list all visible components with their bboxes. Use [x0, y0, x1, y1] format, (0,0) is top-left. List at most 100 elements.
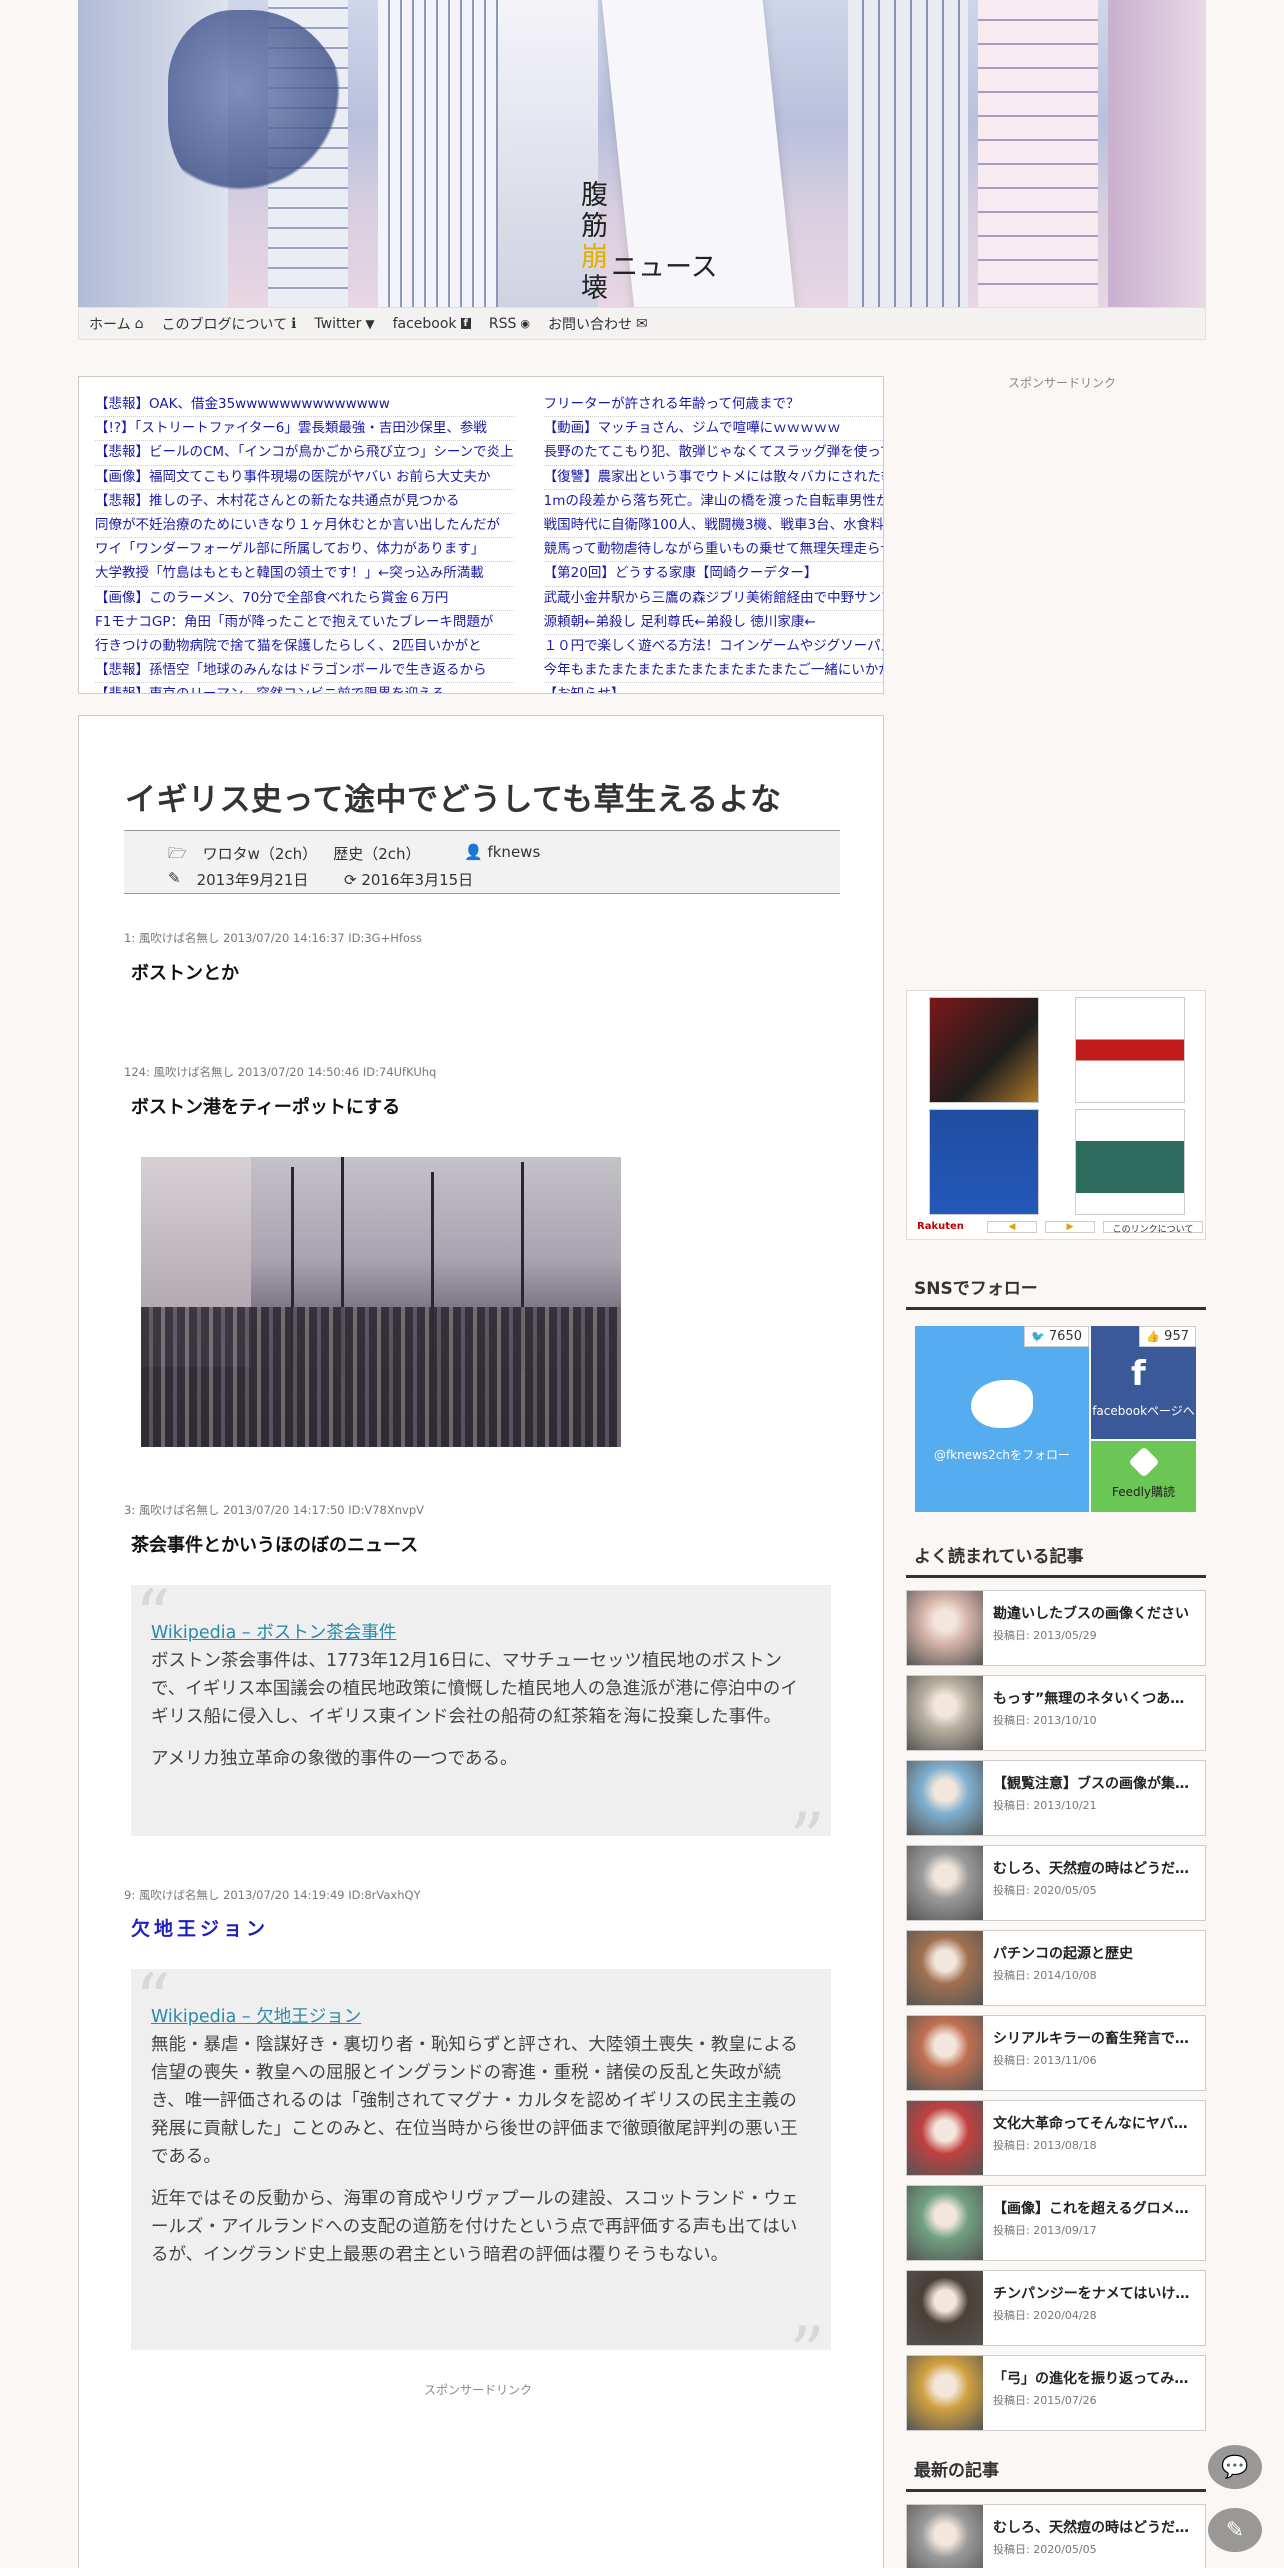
blockquote: “ Wikipedia – 欠地王ジョン 無能・暴虐・陰謀好き・裏切り者・恥知ら… [131, 1965, 831, 2388]
res-header: 1: 風吹けば名無し 2013/07/20 14:16:37 ID:3G+Hfo… [124, 931, 422, 945]
headline-link[interactable]: 【画像】福岡文てこもり事件現場の医院がヤバい お前ら大丈夫か [95, 466, 514, 490]
post-thumbnail[interactable] [907, 1761, 983, 1835]
post-card[interactable]: チンパンジーをナメてはいけない理由投稿日: 2020/04/28 [906, 2270, 1206, 2346]
post-thumbnail[interactable] [907, 1846, 983, 1920]
nav-home[interactable]: ホーム ⌂ [89, 314, 143, 334]
headline-link[interactable]: 【第20回】どうする家康【岡崎クーデター】 [543, 562, 883, 587]
post-thumbnail[interactable] [907, 1931, 983, 2005]
ad-about-link[interactable]: このリンクについて [1103, 1221, 1203, 1235]
headline-link[interactable]: 【お知らせ】 [544, 683, 883, 693]
post-thumbnail[interactable] [907, 2016, 983, 2090]
ad-book[interactable] [1075, 1109, 1185, 1215]
site-title-char: 壊 [581, 273, 608, 304]
author-link[interactable]: fknews [487, 843, 540, 861]
res-header: 3: 風吹けば名無し 2013/07/20 14:17:50 ID:V78Xnv… [124, 1503, 425, 1517]
post-title[interactable]: 文化大革命ってそんなにヤバかったの？ [993, 2113, 1193, 2133]
ad-next-button[interactable]: ▶ [1045, 1221, 1095, 1233]
headline-link[interactable]: 行きつけの動物病院で捨て猫を保護したらしく、2匹目いかがと [95, 635, 514, 660]
post-title[interactable]: 【画像】これを超えるグロメン見たことない [993, 2198, 1193, 2218]
post-thumbnail[interactable] [907, 1676, 983, 1750]
edit-fab-button[interactable]: ✎ [1208, 2508, 1262, 2552]
facebook-icon: f [460, 318, 471, 329]
post-thumbnail[interactable] [907, 2505, 983, 2568]
headline-link[interactable]: 大学教授「竹島はもともと韓国の領土です！」←突っ込み所満載 [95, 562, 514, 587]
facebook-f-icon: f [1131, 1354, 1146, 1394]
headline-link[interactable]: 【悲報】孫悟空「地球のみんなはドラゴンボールで生き返るから [95, 659, 514, 684]
site-title-char: 崩 [581, 242, 608, 273]
nav-about[interactable]: このブログについて ℹ [161, 314, 296, 334]
ad-book[interactable] [929, 1109, 1039, 1215]
headline-link[interactable]: 【画像】このラーメン、70分で全部食べれたら賞金６万円 [95, 587, 514, 611]
ad-prev-button[interactable]: ◀ [987, 1221, 1037, 1233]
wikipedia-link[interactable]: Wikipedia – ボストン茶会事件 [151, 1619, 811, 1647]
headline-link[interactable]: 【!?】「ストリートファイター6」雲長類最強・吉田沙保里、参戦 [95, 417, 514, 442]
post-title[interactable]: シリアルキラーの畜生発言で打線組んだ [993, 2028, 1193, 2048]
post-thumbnail[interactable] [907, 2271, 983, 2345]
headline-link[interactable]: 【復讐】農家出という事でウトメには散々バカにされた挙句 [543, 466, 883, 490]
post-card[interactable]: パチンコの起源と歴史 投稿日: 2014/10/08 [906, 1930, 1206, 2006]
post-card[interactable]: 文化大革命ってそんなにヤバかったの？ 投稿日: 2013/08/18 [906, 2100, 1206, 2176]
article-title: イギリス史って途中でどうしても草生えるよな [125, 782, 782, 818]
comment-fab-button[interactable]: 💬 [1208, 2445, 1262, 2489]
twitter-follow-button[interactable]: 🐦 7650 @fknews2chをフォロー [915, 1326, 1089, 1512]
post-card[interactable]: シリアルキラーの畜生発言で打線組んだ投稿日: 2013/11/06 [906, 2015, 1206, 2091]
category-link[interactable]: 歴史（2ch） [333, 843, 420, 868]
facebook-page-button[interactable]: 👍 957 f facebookページへ [1091, 1326, 1196, 1439]
headline-link[interactable]: 競馬って動物虐待しながら重いもの乗せて無理矢理走らせてる [543, 538, 883, 563]
post-thumbnail[interactable] [907, 2356, 983, 2430]
headline-link[interactable]: 同僚が不妊治療のためにいきなり１ヶ月休むとか言い出したんだが [95, 514, 514, 539]
sidebar-book-ad[interactable]: Rakuten ◀ ▶ このリンクについて [906, 990, 1206, 1240]
headline-link[interactable]: 【悲報】ビールのCM、「インコが鳥かごから飛び立つ」シーンで炎上 [95, 441, 514, 466]
headline-link[interactable]: F1モナコGP：角田「雨が降ったことで抱えていたブレーキ問題が [95, 611, 514, 636]
res-body: ボストンとか [131, 963, 239, 984]
ad-book[interactable] [929, 997, 1039, 1103]
headline-link[interactable]: 【悲報】東京のリーマン、突然コンビニ前で限界を迎える [95, 683, 514, 693]
post-card[interactable]: むしろ、天然痘の時はどうだったの？ 投稿日: 2020/05/05 [906, 2504, 1206, 2568]
headline-link[interactable]: 今年もまたまたまたまたまたまたまたまたご一緒にいかがですか [543, 659, 883, 684]
post-title[interactable]: むしろ、天然痘の時はどうだったの？ [993, 1858, 1193, 1878]
nav-contact[interactable]: お問い合わせ ✉ [548, 314, 648, 334]
headline-link[interactable]: 戦国時代に自衛隊100人、戦闘機3機、戦車3台、水食料を送ったら [543, 514, 883, 539]
post-title[interactable]: 【観覧注意】ブスの画像が集まるスレ [993, 1773, 1193, 1793]
headline-link[interactable]: フリーターが許される年齢って何歳まで？ [543, 393, 883, 418]
category-link[interactable]: ワロタw（2ch） [203, 843, 318, 868]
post-card[interactable]: 勘違いしたブスの画像ください 投稿日: 2013/05/29 [906, 1590, 1206, 1666]
post-card[interactable]: むしろ、天然痘の時はどうだったの？ 投稿日: 2020/05/05 [906, 1845, 1206, 1921]
headline-link[interactable]: 【悲報】OAK、借金35wwwwwwwwwwwwww [95, 393, 514, 418]
headline-link[interactable]: 源頼朝←弟殺し 足利尊氏←弟殺し 徳川家康← [543, 611, 883, 636]
headline-link[interactable]: 長野のたてこもり犯、散弾じゃなくてスラッグ弾を使ってた模様 [543, 441, 883, 466]
res-header: 9: 風吹けば名無し 2013/07/20 14:19:49 ID:8rVaxh… [124, 1888, 421, 1902]
twitter-bird-icon [971, 1380, 1033, 1428]
post-card[interactable]: 「弓」の進化を振り返ってみよう 投稿日: 2015/07/26 [906, 2355, 1206, 2431]
sidebar-sponsor-label: スポンサードリンク [1008, 376, 1117, 390]
quote-text: アメリカ独立革命の象徴的事件の一つである。 [151, 1749, 518, 1769]
headline-link[interactable]: ワイ「ワンダーフォーゲル部に所属しており、体力があります」 [95, 538, 514, 563]
post-title[interactable]: 勘違いしたブスの画像ください [993, 1603, 1193, 1623]
post-title[interactable]: むしろ、天然痘の時はどうだったの？ [993, 2517, 1193, 2537]
post-thumbnail[interactable] [907, 1591, 983, 1665]
ad-book[interactable] [1075, 997, 1185, 1103]
site-title[interactable]: 腹 筋 崩 壊 ニュース [581, 180, 718, 304]
headline-link[interactable]: １０円で楽しく遊べる方法！コインゲームやジグソーパズルを [543, 635, 883, 660]
nav-facebook[interactable]: facebook f [393, 316, 471, 332]
res-body: ボストン港をティーポットにする [131, 1097, 401, 1118]
post-title[interactable]: チンパンジーをナメてはいけない理由 [993, 2283, 1193, 2303]
post-card[interactable]: 【観覧注意】ブスの画像が集まるスレ投稿日: 2013/10/21 [906, 1760, 1206, 1836]
post-title[interactable]: パチンコの起源と歴史 [993, 1943, 1193, 1963]
headline-link[interactable]: 1mの段差から落ち死亡。津山の橋を渡った自転車男性が転落 [543, 490, 883, 515]
post-thumbnail[interactable] [907, 2101, 983, 2175]
post-card[interactable]: 【画像】これを超えるグロメン見たことない投稿日: 2013/09/17 [906, 2185, 1206, 2261]
site-header-banner[interactable]: 腹 筋 崩 壊 ニュース [78, 0, 1206, 307]
wikipedia-link[interactable]: Wikipedia – 欠地王ジョン [151, 2003, 811, 2031]
post-thumbnail[interactable] [907, 2186, 983, 2260]
nav-twitter[interactable]: Twitter ▼ [314, 316, 374, 332]
post-title[interactable]: 「弓」の進化を振り返ってみよう [993, 2368, 1193, 2388]
post-title[interactable]: もっす”無理のネタいくつあるの？ [993, 1688, 1193, 1708]
post-card[interactable]: もっす”無理のネタいくつあるの？ 投稿日: 2013/10/10 [906, 1675, 1206, 1751]
nav-rss[interactable]: RSS ◉ [489, 316, 530, 332]
headline-link[interactable]: 【動画】マッチョさん、ジムで喧嘩にｗｗｗｗｗ [543, 417, 883, 442]
feedly-subscribe-button[interactable]: Feedly購読 [1091, 1441, 1196, 1512]
quote-close-icon: ” [789, 1798, 825, 1880]
headline-link[interactable]: 【悲報】推しの子、木村花さんとの新たな共通点が見つかる [95, 490, 514, 515]
headline-link[interactable]: 武蔵小金井駅から三鷹の森ジブリ美術館経由で中野サンプラザまで [543, 587, 883, 611]
